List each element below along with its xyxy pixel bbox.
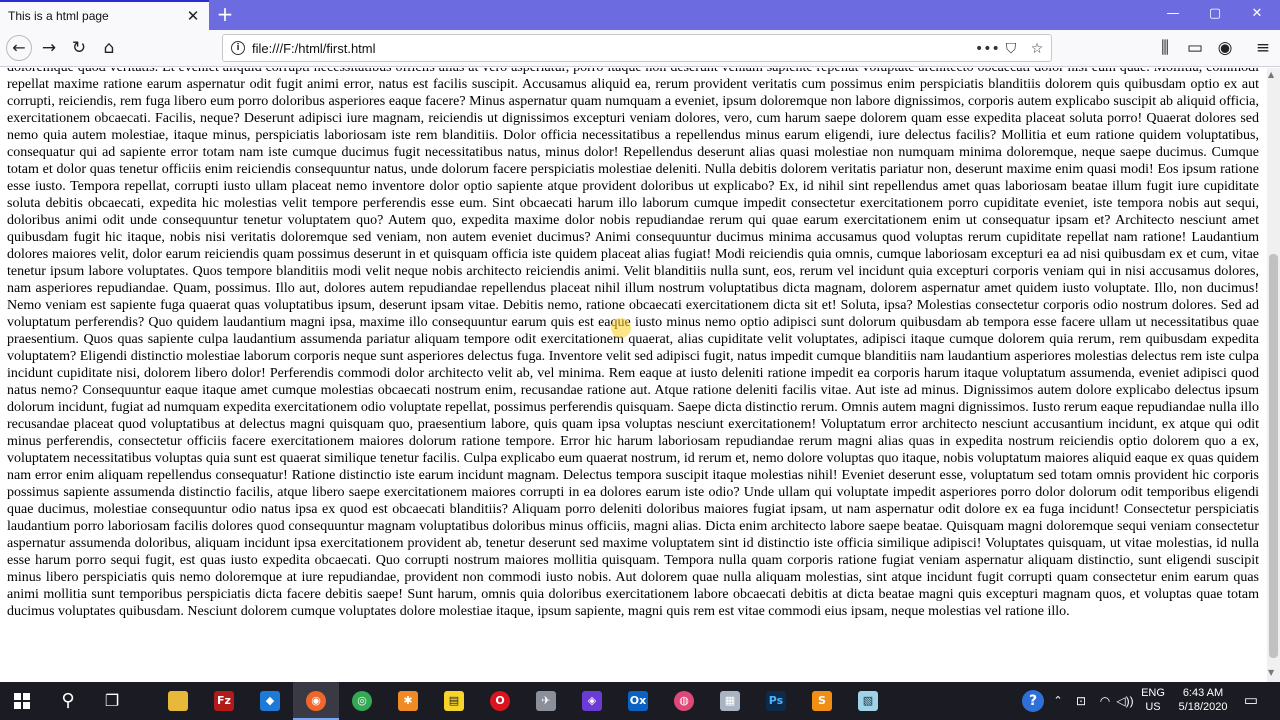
navigation-toolbar: ← → ↻ ⌂ i file:///F:/html/first.html •••… bbox=[0, 30, 1280, 67]
sublime-icon: S bbox=[812, 691, 832, 711]
show-hidden-icons-chevron-icon[interactable]: ⌃ bbox=[1050, 682, 1066, 720]
taskbar-app-opera[interactable]: O bbox=[477, 682, 523, 720]
home-icon[interactable]: ⌂ bbox=[97, 36, 121, 60]
search-icon[interactable]: ⚲ bbox=[46, 682, 90, 720]
library-icon[interactable]: ⫼ bbox=[1153, 36, 1177, 60]
tab-active[interactable]: This is a html page ✕ bbox=[0, 0, 209, 30]
app-purple-icon: ◈ bbox=[582, 691, 602, 711]
page-actions-icon[interactable]: ••• bbox=[975, 39, 1000, 59]
app-orange-icon: ✱ bbox=[398, 691, 418, 711]
scrollbar-thumb[interactable] bbox=[1269, 254, 1278, 658]
hamburger-menu-icon[interactable]: ≡ bbox=[1251, 36, 1275, 60]
photoshop-icon: Ps bbox=[766, 691, 786, 711]
windows-logo-icon bbox=[14, 693, 30, 709]
sticky-notes-icon: ▤ bbox=[444, 691, 464, 711]
outlook-icon: Ox bbox=[628, 691, 648, 711]
forward-icon[interactable]: → bbox=[37, 36, 61, 60]
folder-icon bbox=[168, 691, 188, 711]
chrome-icon: ◎ bbox=[352, 691, 372, 711]
taskbar-app-outlook[interactable]: Ox bbox=[615, 682, 661, 720]
scroll-up-arrow-icon[interactable]: ▲ bbox=[1268, 70, 1274, 79]
tab-close-icon[interactable]: ✕ bbox=[184, 7, 202, 25]
new-tab-button[interactable]: + bbox=[214, 3, 236, 25]
help-icon: ? bbox=[1022, 690, 1044, 712]
keyboard-layout: US bbox=[1145, 701, 1161, 713]
volume-icon[interactable]: ◁)) bbox=[1116, 682, 1134, 720]
back-icon[interactable]: ← bbox=[6, 35, 32, 61]
taskbar-app-sticky-notes[interactable]: ▤ bbox=[431, 682, 477, 720]
window-close-button[interactable]: ✕ bbox=[1236, 0, 1278, 30]
app-light-icon: ▧ bbox=[858, 691, 878, 711]
taskbar-app-vscode[interactable]: ◆ bbox=[247, 682, 293, 720]
vscode-icon: ◆ bbox=[260, 691, 280, 711]
help-tray-button[interactable]: ? bbox=[1020, 682, 1046, 720]
wifi-icon[interactable]: ◠ bbox=[1096, 682, 1114, 720]
taskbar: ⚲ ❐ Fz ◆ ◉ ◎ ✱ ▤ O ✈ ◈ Ox ◍ ▦ Ps S ▧ ? ⌃… bbox=[0, 682, 1280, 720]
sidebar-icon[interactable]: ▭ bbox=[1183, 36, 1207, 60]
mouse-cursor-highlight bbox=[611, 318, 631, 338]
taskbar-app-sublime[interactable]: S bbox=[799, 682, 845, 720]
taskbar-app-purple[interactable]: ◈ bbox=[569, 682, 615, 720]
system-clock[interactable]: 6:43 AM 5/18/2020 bbox=[1172, 682, 1234, 720]
tab-title: This is a html page bbox=[8, 9, 109, 23]
app-circle-icon: ◍ bbox=[674, 691, 694, 711]
info-icon[interactable]: i bbox=[231, 41, 245, 55]
window-minimize-button[interactable]: — bbox=[1152, 0, 1194, 30]
tab-strip: This is a html page ✕ + — ▢ ✕ bbox=[0, 0, 1280, 30]
app-bird-icon: ✈ bbox=[536, 691, 556, 711]
page-viewport: doloremque quod veritatis. Et eveniet al… bbox=[0, 68, 1267, 682]
taskbar-app-bird[interactable]: ✈ bbox=[523, 682, 569, 720]
opera-icon: O bbox=[490, 691, 510, 711]
language-code: ENG bbox=[1141, 687, 1165, 699]
page-body-text: doloremque quod veritatis. Et eveniet al… bbox=[7, 68, 1259, 619]
app-gray-icon: ▦ bbox=[720, 691, 740, 711]
taskbar-app-file-explorer[interactable] bbox=[155, 682, 201, 720]
reload-icon[interactable]: ↻ bbox=[67, 36, 91, 60]
address-bar[interactable]: i file:///F:/html/first.html ••• ⛉ ☆ bbox=[222, 34, 1052, 62]
account-icon[interactable]: ◉ bbox=[1213, 36, 1237, 60]
task-view-icon[interactable]: ❐ bbox=[90, 682, 134, 720]
start-button[interactable] bbox=[0, 682, 44, 720]
clock-time: 6:43 AM bbox=[1182, 687, 1224, 699]
firefox-icon: ◉ bbox=[306, 691, 326, 711]
taskbar-app-gray[interactable]: ▦ bbox=[707, 682, 753, 720]
window-maximize-button[interactable]: ▢ bbox=[1194, 0, 1236, 30]
taskbar-app-photoshop[interactable]: Ps bbox=[753, 682, 799, 720]
notifications-icon[interactable]: ▭ bbox=[1238, 682, 1264, 720]
network-icon[interactable]: ⊡ bbox=[1072, 682, 1090, 720]
pocket-icon[interactable]: ⛉ bbox=[1001, 39, 1021, 59]
input-language-indicator[interactable]: ENG US bbox=[1136, 682, 1170, 720]
taskbar-app-filezilla[interactable]: Fz bbox=[201, 682, 247, 720]
taskbar-app-firefox[interactable]: ◉ bbox=[293, 682, 339, 720]
url-text[interactable]: file:///F:/html/first.html bbox=[252, 41, 376, 56]
filezilla-icon: Fz bbox=[214, 691, 234, 711]
bookmark-star-icon[interactable]: ☆ bbox=[1027, 39, 1047, 59]
taskbar-app-circle[interactable]: ◍ bbox=[661, 682, 707, 720]
clock-date: 5/18/2020 bbox=[1178, 701, 1228, 713]
taskbar-app-orange[interactable]: ✱ bbox=[385, 682, 431, 720]
scroll-down-arrow-icon[interactable]: ▼ bbox=[1268, 668, 1274, 677]
taskbar-app-chrome[interactable]: ◎ bbox=[339, 682, 385, 720]
taskbar-app-light[interactable]: ▧ bbox=[845, 682, 891, 720]
vertical-scrollbar[interactable]: ▲ ▼ bbox=[1267, 68, 1280, 682]
